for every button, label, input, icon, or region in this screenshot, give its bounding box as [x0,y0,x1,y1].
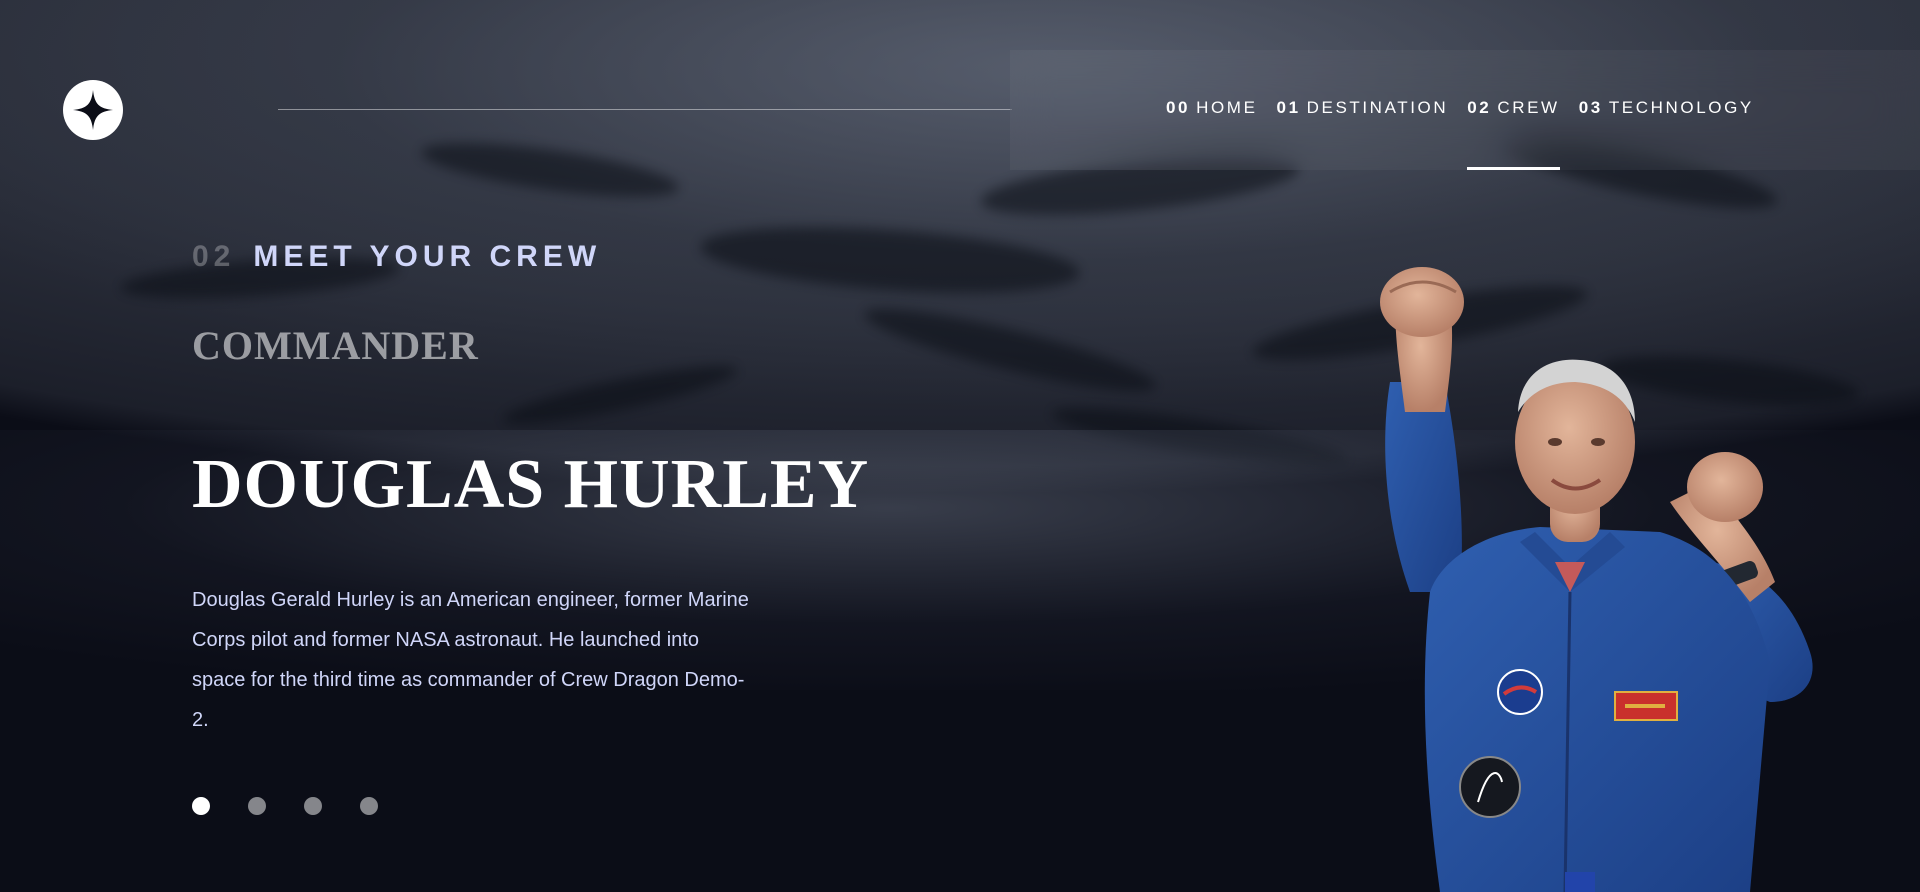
slide-indicators [192,797,378,815]
eyebrow-label: MEET YOUR CREW [253,240,602,273]
nav-crew[interactable]: 02 CREW [1467,98,1561,170]
nav-destination[interactable]: 01 DESTINATION [1277,98,1449,170]
star-logo-icon[interactable] [63,80,123,140]
eyebrow-number: 02 [192,240,236,273]
header-divider [278,109,1012,110]
nav-crew-label: CREW [1497,98,1560,117]
slide-dot-2[interactable] [248,797,266,815]
site-header: 00 HOME 01 DESTINATION 02 CREW 03 TECHNO… [0,0,1920,175]
slide-dot-4[interactable] [360,797,378,815]
main-nav: 00 HOME 01 DESTINATION 02 CREW 03 TECHNO… [1010,50,1920,170]
slide-dot-1[interactable] [192,797,210,815]
nav-technology-number: 03 [1578,98,1603,117]
nav-technology[interactable]: 03 TECHNOLOGY [1579,98,1754,170]
nav-crew-number: 02 [1467,98,1492,117]
nav-destination-number: 01 [1276,98,1301,117]
astronaut-image [1380,267,1813,892]
crew-role: COMMANDER [192,323,479,368]
nav-home-number: 00 [1166,98,1191,117]
nav-technology-label: TECHNOLOGY [1608,98,1754,117]
crew-name: DOUGLAS HURLEY [192,446,870,523]
page-eyebrow: 02 MEET YOUR CREW [192,240,601,274]
crew-bio: Douglas Gerald Hurley is an American eng… [192,589,749,731]
nav-home[interactable]: 00 HOME [1166,98,1258,170]
slide-dot-3[interactable] [304,797,322,815]
nav-destination-label: DESTINATION [1306,98,1449,117]
nav-home-label: HOME [1196,98,1258,117]
